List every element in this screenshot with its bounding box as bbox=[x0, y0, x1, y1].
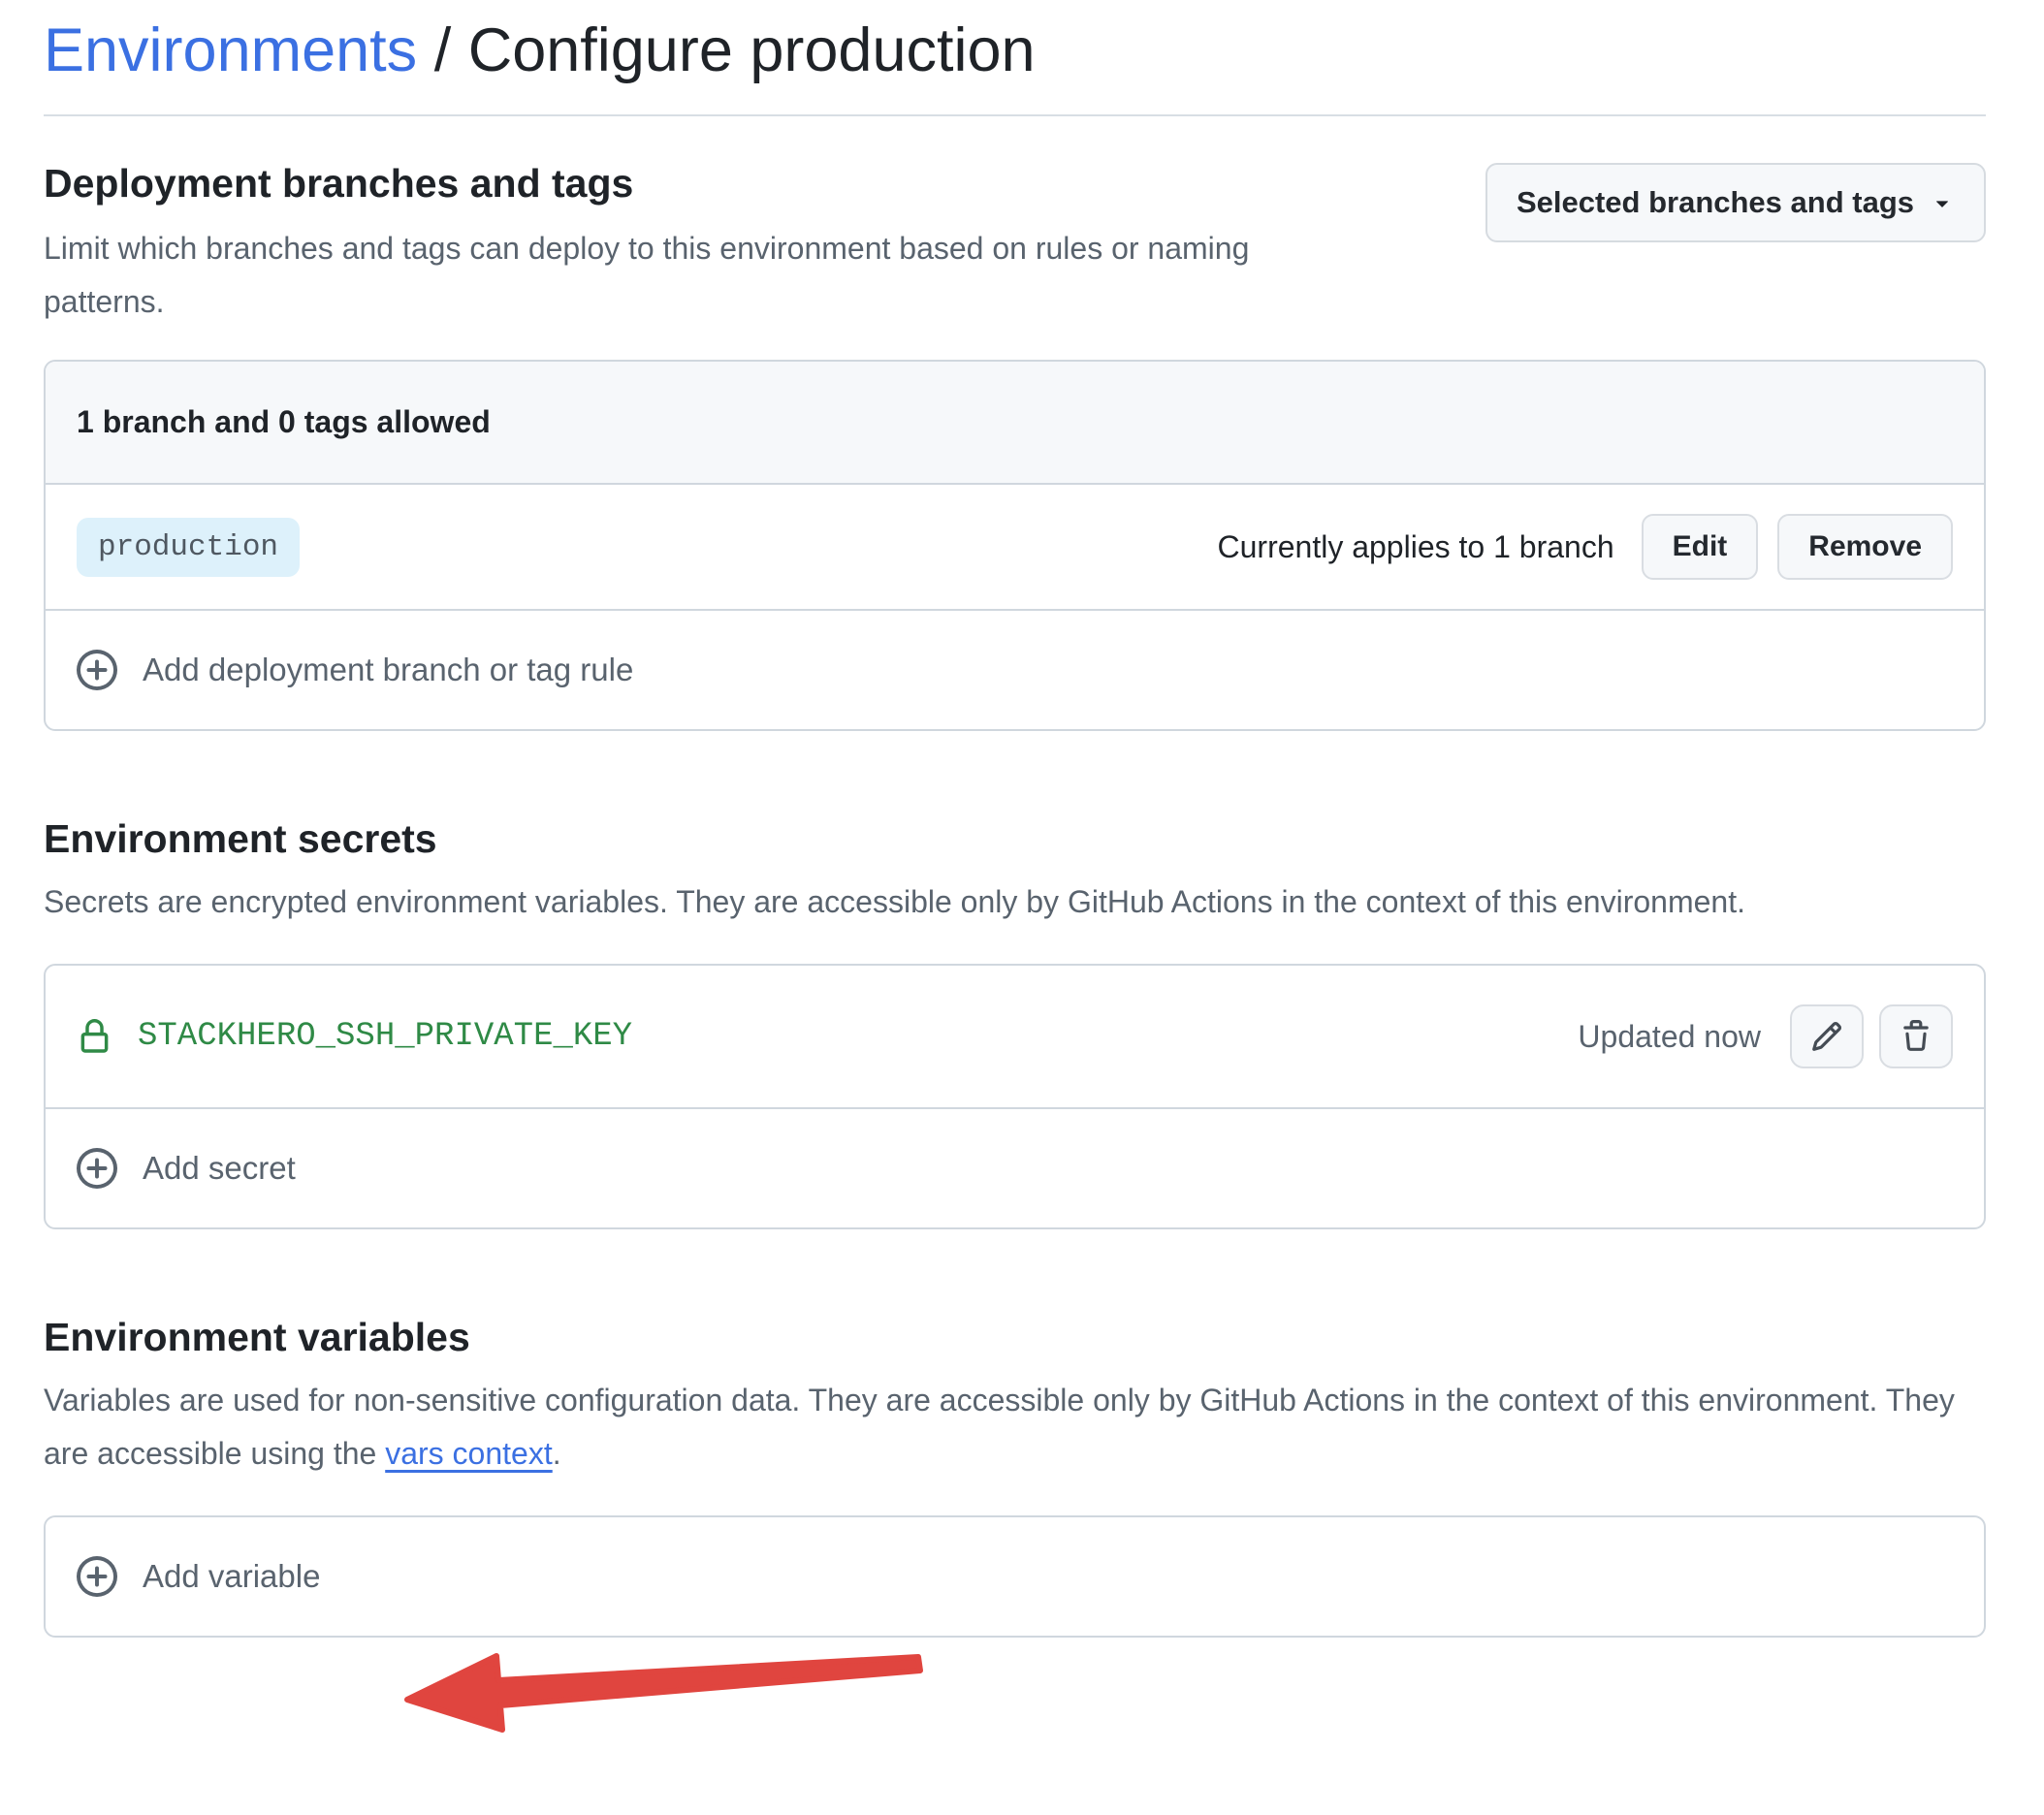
plus-circle-icon bbox=[77, 1148, 117, 1189]
add-branch-rule-button[interactable]: Add deployment branch or tag rule bbox=[46, 611, 1984, 729]
deployment-heading: Deployment branches and tags bbox=[44, 161, 1372, 207]
branch-policy-dropdown-label: Selected branches and tags bbox=[1517, 185, 1914, 220]
pencil-icon bbox=[1810, 1020, 1843, 1053]
lock-icon bbox=[77, 1019, 112, 1055]
vars-context-link[interactable]: vars context bbox=[385, 1436, 553, 1471]
remove-rule-button[interactable]: Remove bbox=[1777, 514, 1953, 580]
annotation-arrow-shape bbox=[407, 1656, 920, 1730]
plus-circle-icon bbox=[77, 650, 117, 690]
variables-description-text: Variables are used for non-sensitive con… bbox=[44, 1383, 1955, 1471]
plus-circle-icon bbox=[77, 1556, 117, 1597]
deployment-description: Limit which branches and tags can deploy… bbox=[44, 222, 1372, 329]
branch-rules-box: 1 branch and 0 tags allowed production C… bbox=[44, 360, 1986, 731]
branch-rules-summary: 1 branch and 0 tags allowed bbox=[46, 362, 1984, 485]
variables-description-period: . bbox=[553, 1436, 561, 1471]
content: Environments / Configure production Depl… bbox=[0, 0, 2044, 1638]
deployment-heading-group: Deployment branches and tags Limit which… bbox=[44, 161, 1372, 329]
deployment-section-header: Deployment branches and tags Limit which… bbox=[44, 161, 1986, 329]
branch-name-tag: production bbox=[77, 518, 300, 577]
delete-secret-button[interactable] bbox=[1879, 1004, 1953, 1068]
secret-name: STACKHERO_SSH_PRIVATE_KEY bbox=[138, 1018, 632, 1055]
add-branch-rule-label: Add deployment branch or tag rule bbox=[143, 652, 633, 688]
add-variable-button[interactable]: Add variable bbox=[46, 1517, 1984, 1636]
branch-rule-row: production Currently applies to 1 branch… bbox=[46, 485, 1984, 611]
secrets-description: Secrets are encrypted environment variab… bbox=[44, 876, 1986, 929]
page-title: Environments / Configure production bbox=[44, 16, 1986, 85]
branch-policy-dropdown[interactable]: Selected branches and tags bbox=[1485, 163, 1986, 242]
variables-heading: Environment variables bbox=[44, 1315, 1986, 1360]
add-secret-label: Add secret bbox=[143, 1150, 296, 1187]
secrets-heading: Environment secrets bbox=[44, 816, 1986, 862]
secrets-box: STACKHERO_SSH_PRIVATE_KEY Updated now bbox=[44, 964, 1986, 1229]
environment-config-page: Environments / Configure production Depl… bbox=[0, 0, 2044, 1815]
secret-updated-text: Updated now bbox=[1578, 1019, 1761, 1055]
chevron-down-icon bbox=[1930, 190, 1955, 215]
secret-row: STACKHERO_SSH_PRIVATE_KEY Updated now bbox=[46, 966, 1984, 1109]
secret-name-group: STACKHERO_SSH_PRIVATE_KEY bbox=[77, 1018, 632, 1055]
environments-breadcrumb-link[interactable]: Environments bbox=[44, 16, 417, 84]
add-variable-label: Add variable bbox=[143, 1558, 320, 1595]
edit-rule-button[interactable]: Edit bbox=[1642, 514, 1759, 580]
page-title-rest: / Configure production bbox=[434, 16, 1036, 84]
trash-icon bbox=[1900, 1020, 1932, 1053]
variables-description: Variables are used for non-sensitive con… bbox=[44, 1374, 1986, 1481]
title-divider bbox=[44, 114, 1986, 116]
edit-secret-button[interactable] bbox=[1790, 1004, 1864, 1068]
variables-box: Add variable bbox=[44, 1515, 1986, 1638]
add-secret-button[interactable]: Add secret bbox=[46, 1109, 1984, 1227]
branch-applies-text: Currently applies to 1 branch bbox=[1218, 529, 1614, 565]
